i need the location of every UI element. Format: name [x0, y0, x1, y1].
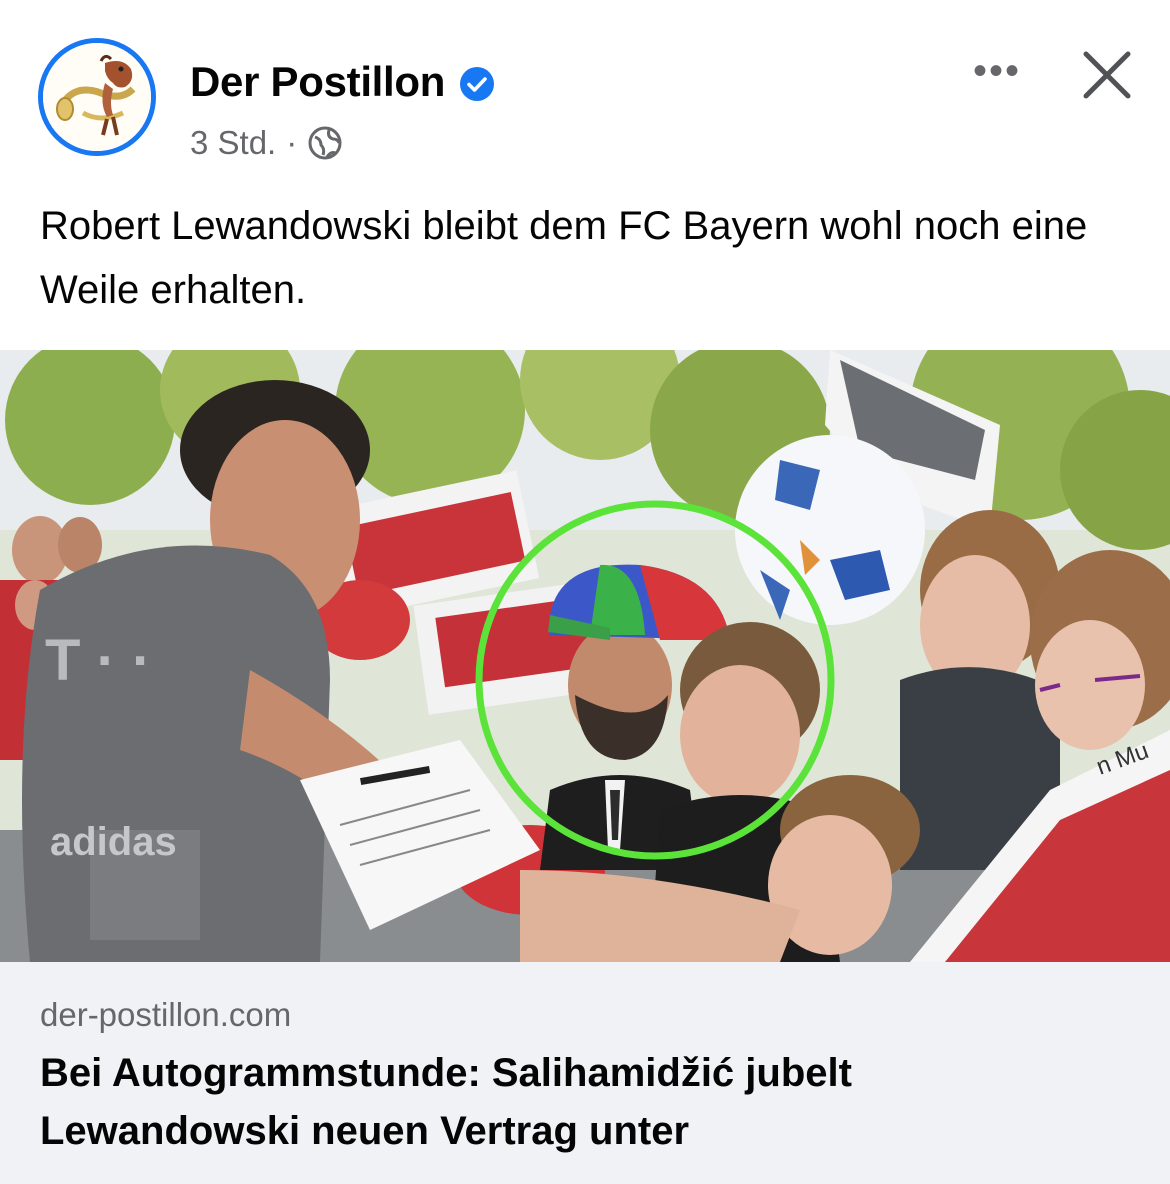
- post-time[interactable]: 3 Std.: [190, 124, 276, 162]
- shirt-brand-text: adidas: [50, 820, 177, 864]
- post-header: Der Postillon 3 Std. · •••: [0, 0, 1170, 190]
- link-preview-card[interactable]: der-postillon.com Bei Autogrammstunde: S…: [0, 962, 1170, 1184]
- photo-illustration: T · · adidas n Mu: [0, 350, 1170, 962]
- post-meta: 3 Std. ·: [190, 124, 343, 162]
- link-headline[interactable]: Bei Autogrammstunde: Salihamidžić jubelt…: [40, 1044, 1120, 1160]
- page-name-row: Der Postillon: [190, 58, 495, 106]
- post-photo[interactable]: T · · adidas n Mu: [0, 350, 1170, 962]
- more-options-button[interactable]: •••: [962, 48, 1032, 94]
- close-icon: [1083, 51, 1131, 99]
- postillon-logo: [43, 43, 151, 151]
- shirt-logo-text: T · ·: [45, 628, 151, 693]
- link-domain: der-postillon.com: [40, 996, 292, 1033]
- meta-separator: ·: [286, 124, 298, 161]
- globe-icon: [307, 125, 343, 161]
- close-button[interactable]: [1076, 44, 1138, 106]
- page-avatar[interactable]: [38, 38, 156, 156]
- verified-badge-icon: [459, 64, 495, 101]
- page-name[interactable]: Der Postillon: [190, 58, 445, 106]
- post-text: Robert Lewandowski bleibt dem FC Bayern …: [40, 204, 1088, 312]
